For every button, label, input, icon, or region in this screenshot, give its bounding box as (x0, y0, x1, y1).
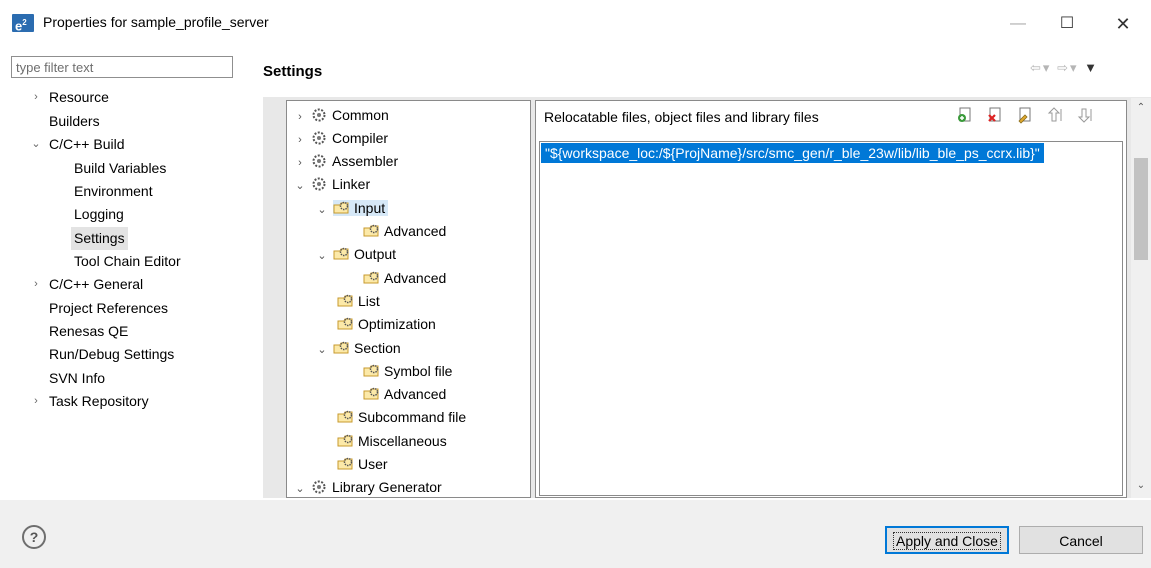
folder-gear-icon (363, 363, 381, 379)
nav-item-cpp-general[interactable]: › C/C++ General (34, 273, 143, 296)
chevron-down-icon[interactable]: ⌄ (29, 133, 43, 156)
nav-item-renesas-qe[interactable]: Renesas QE (49, 320, 128, 343)
title-bar: e2 Properties for sample_profile_server … (0, 0, 1151, 50)
chevron-right-icon[interactable]: › (29, 390, 43, 413)
folder-gear-icon (337, 409, 355, 425)
gear-icon (311, 107, 329, 123)
nav-item-tool-chain-editor[interactable]: Tool Chain Editor (74, 250, 181, 273)
gear-icon (311, 479, 329, 495)
chevron-down-icon[interactable]: ⌄ (315, 245, 329, 267)
history-nav: ⇦▾ ⇨▾ ▼ (1030, 60, 1099, 76)
minimize-button[interactable]: — (1003, 10, 1033, 38)
gear-icon (311, 130, 329, 146)
forward-arrow-icon[interactable]: ⇨ (1057, 60, 1070, 75)
chevron-down-icon[interactable]: ⌄ (315, 199, 329, 221)
tree-item-symbol-file[interactable]: Symbol file (363, 360, 452, 382)
tool-settings-tree: › Common › Compiler › Assembler ⌄ Linker ⌄ In… (286, 100, 531, 498)
tree-item-optimization[interactable]: Optimization (337, 313, 436, 335)
nav-item-build-variables[interactable]: Build Variables (74, 157, 166, 180)
tree-item-section[interactable]: ⌄ Section (315, 337, 400, 361)
window-title: Properties for sample_profile_server (43, 14, 269, 30)
close-button[interactable]: ✕ (1108, 10, 1138, 38)
vertical-scrollbar[interactable]: ⌃ ⌄ (1131, 98, 1151, 498)
tree-item-linker-output[interactable]: ⌄ Output (315, 243, 396, 265)
folder-gear-icon (333, 246, 351, 262)
folder-gear-icon (363, 270, 381, 286)
apply-and-close-button[interactable]: Apply and Close (885, 526, 1009, 554)
folder-gear-icon (363, 386, 381, 402)
edit-icon[interactable] (1016, 106, 1034, 124)
files-list[interactable]: "${workspace_loc:/${ProjName}/src/smc_ge… (539, 141, 1123, 496)
chevron-right-icon[interactable]: › (29, 86, 43, 109)
chevron-down-icon[interactable]: ⌄ (293, 175, 307, 197)
nav-item-project-references[interactable]: Project References (49, 297, 168, 320)
nav-item-settings[interactable]: Settings (71, 227, 128, 250)
gear-icon (311, 176, 329, 192)
help-icon[interactable]: ? (22, 525, 46, 549)
tree-item-assembler[interactable]: › Assembler (293, 150, 398, 172)
nav-item-logging[interactable]: Logging (74, 203, 124, 226)
scroll-thumb[interactable] (1134, 158, 1148, 260)
nav-item-run-debug-settings[interactable]: Run/Debug Settings (49, 343, 174, 366)
nav-item-cpp-build[interactable]: ⌄ C/C++ Build (31, 133, 124, 156)
list-item[interactable]: "${workspace_loc:/${ProjName}/src/smc_ge… (541, 143, 1044, 163)
back-menu-icon[interactable]: ▾ (1043, 60, 1052, 75)
chevron-right-icon[interactable]: › (293, 106, 307, 128)
folder-gear-icon (333, 340, 351, 356)
move-up-icon[interactable] (1046, 106, 1064, 124)
apply-label: Apply and Close (893, 532, 1001, 550)
nav-item-task-repository[interactable]: › Task Repository (34, 390, 148, 413)
scroll-up-icon[interactable]: ⌃ (1131, 102, 1151, 113)
chevron-right-icon[interactable]: › (293, 129, 307, 151)
dialog-footer: ? Apply and Close Cancel (0, 500, 1151, 568)
nav-item-svn-info[interactable]: SVN Info (49, 367, 105, 390)
folder-gear-icon (337, 293, 355, 309)
forward-menu-icon[interactable]: ▾ (1070, 60, 1079, 75)
chevron-right-icon[interactable]: › (29, 273, 43, 296)
folder-gear-icon (337, 316, 355, 332)
chevron-down-icon[interactable]: ⌄ (293, 478, 307, 500)
tree-item-section-advanced[interactable]: Advanced (363, 383, 446, 405)
tree-item-user[interactable]: User (337, 453, 388, 475)
tree-item-output-advanced[interactable]: Advanced (363, 267, 446, 289)
tree-item-miscellaneous[interactable]: Miscellaneous (337, 430, 447, 452)
folder-gear-icon (337, 433, 355, 449)
tree-item-input-advanced[interactable]: Advanced (363, 220, 446, 242)
chevron-down-icon[interactable]: ⌄ (315, 339, 329, 361)
folder-gear-icon (363, 223, 381, 239)
nav-item-resource[interactable]: › Resource (34, 86, 109, 109)
chevron-right-icon[interactable]: › (293, 152, 307, 174)
app-icon: e2 (12, 14, 34, 33)
add-icon[interactable] (956, 106, 974, 124)
move-down-icon[interactable] (1076, 106, 1094, 124)
files-toolbar (956, 106, 1102, 128)
delete-icon[interactable] (986, 106, 1004, 124)
tree-item-linker-input[interactable]: ⌄ Input (315, 197, 389, 221)
gear-icon (311, 153, 329, 169)
files-panel-header: Relocatable files, object files and libr… (544, 109, 819, 125)
tree-item-common[interactable]: › Common (293, 104, 389, 126)
view-menu-icon[interactable]: ▼ (1084, 60, 1099, 75)
maximize-button[interactable]: ☐ (1052, 10, 1082, 38)
tree-item-linker[interactable]: ⌄ Linker (293, 173, 370, 195)
tree-item-compiler[interactable]: › Compiler (293, 127, 388, 149)
page-title: Settings (263, 63, 323, 80)
files-panel: Relocatable files, object files and libr… (535, 100, 1127, 498)
back-arrow-icon[interactable]: ⇦ (1030, 60, 1043, 75)
nav-item-builders[interactable]: Builders (49, 110, 100, 133)
tree-item-list[interactable]: List (337, 290, 380, 312)
nav-item-environment[interactable]: Environment (74, 180, 153, 203)
scroll-down-icon[interactable]: ⌄ (1131, 480, 1151, 491)
filter-input[interactable] (11, 56, 233, 78)
tree-item-library-generator[interactable]: ⌄ Library Generator (293, 476, 441, 500)
cancel-button[interactable]: Cancel (1019, 526, 1143, 554)
folder-gear-icon (333, 200, 351, 216)
folder-gear-icon (337, 456, 355, 472)
tree-item-subcommand-file[interactable]: Subcommand file (337, 406, 466, 428)
